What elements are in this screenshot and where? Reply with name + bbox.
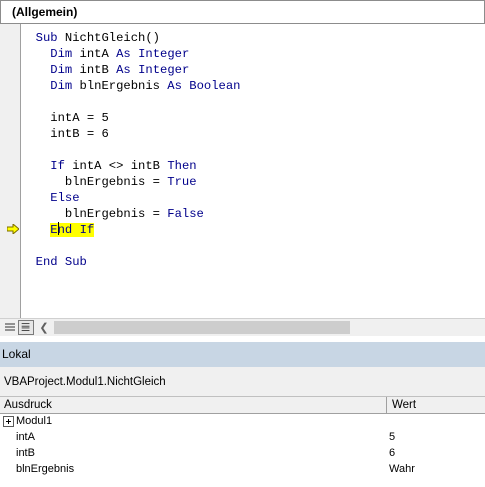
- row-expression: intA: [16, 431, 35, 443]
- locals-context-bar: VBAProject.Modul1.NichtGleich: [0, 367, 485, 397]
- locals-grid: Modul1 intA 5 intB 6 blnErgebnis Wahr: [0, 414, 485, 487]
- code-line: blnErgebnis = False: [64, 207, 204, 221]
- code-line: blnErgebnis = True: [64, 175, 197, 189]
- locals-context-label: VBAProject.Modul1.NichtGleich: [4, 376, 166, 388]
- row-expression: intB: [16, 447, 35, 459]
- end-keyword: End: [50, 222, 73, 237]
- column-header-value[interactable]: Wert: [392, 399, 416, 411]
- locals-window-title[interactable]: Lokal: [0, 342, 485, 367]
- code-window: Sub NichtGleich() Dim intA As Integer Di…: [0, 24, 485, 318]
- locals-row[interactable]: blnErgebnis Wahr: [0, 462, 485, 478]
- code-line: Dim blnErgebnis As Boolean: [50, 79, 241, 93]
- code-line: Dim intB As Integer: [50, 63, 190, 77]
- column-divider[interactable]: [386, 397, 387, 414]
- code-line: End Sub: [35, 255, 87, 269]
- code-line: intA = 5: [50, 111, 109, 125]
- chevron-left-icon[interactable]: ❮: [36, 320, 52, 336]
- object-dropdown[interactable]: (Allgemein): [0, 0, 485, 24]
- locals-grid-header: Ausdruck Wert: [0, 397, 485, 414]
- execution-arrow-icon: [7, 224, 19, 234]
- row-expression: blnErgebnis: [16, 463, 75, 475]
- column-header-expression[interactable]: Ausdruck: [4, 399, 52, 411]
- current-execution-line: End If: [50, 222, 95, 237]
- object-dropdown-value: (Allgemein): [12, 5, 78, 19]
- code-line: If intA <> intB Then: [50, 159, 197, 173]
- code-line: Else: [50, 191, 80, 205]
- locals-row[interactable]: intA 5: [0, 430, 485, 446]
- full-module-view-icon[interactable]: [18, 320, 34, 335]
- code-line: intB = 6: [50, 127, 109, 141]
- code-editor[interactable]: Sub NichtGleich() Dim intA As Integer Di…: [21, 24, 485, 318]
- code-line: Sub NichtGleich(): [35, 31, 160, 45]
- row-expression: Modul1: [16, 415, 53, 427]
- row-value: 5: [389, 431, 396, 443]
- expand-plus-icon[interactable]: [3, 416, 14, 427]
- code-line: Dim intA As Integer: [50, 47, 190, 61]
- row-value: 6: [389, 447, 396, 459]
- text-caret: [57, 222, 59, 235]
- locals-row[interactable]: Modul1: [0, 414, 485, 430]
- procedure-view-icon[interactable]: [2, 320, 18, 335]
- locals-row[interactable]: intB 6: [0, 446, 485, 462]
- horizontal-scrollbar-thumb[interactable]: [54, 321, 350, 334]
- margin-indicator-bar[interactable]: [0, 24, 21, 318]
- code-window-toolbar: ❮: [0, 318, 485, 336]
- row-value: Wahr: [389, 463, 415, 475]
